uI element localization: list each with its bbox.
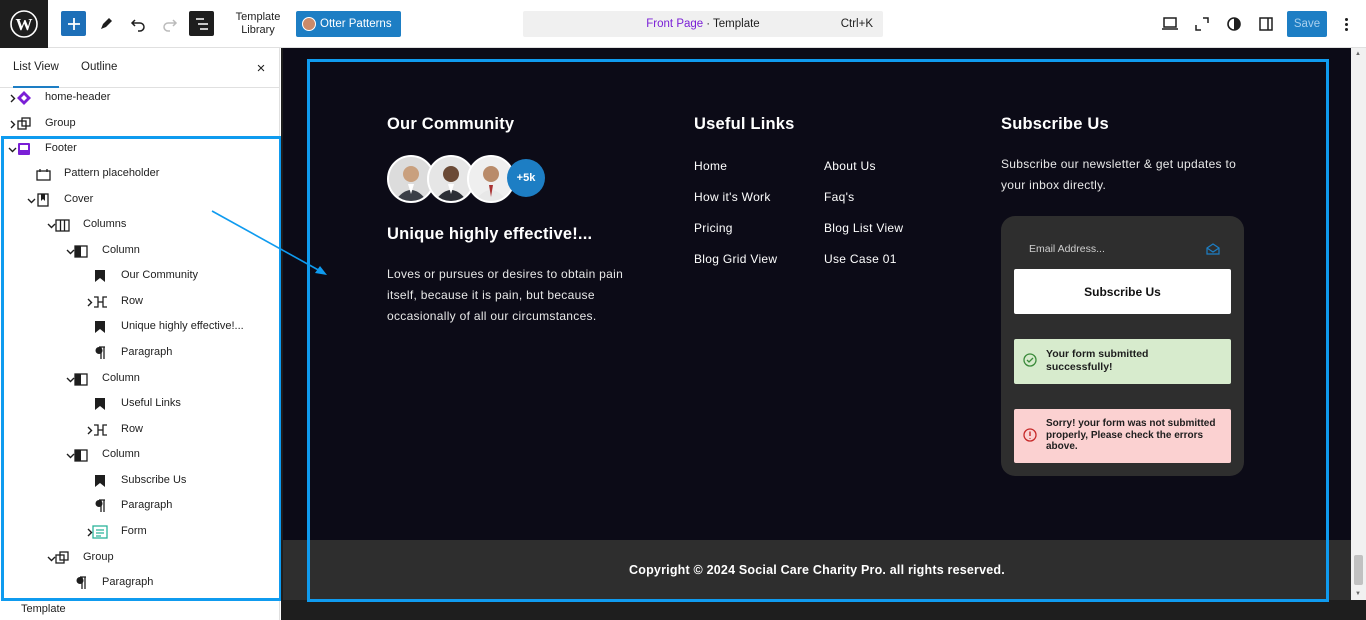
list-item-label: home-header [45, 91, 111, 103]
sidebar-tabs: List View Outline × [0, 48, 279, 88]
command-shortcut: Ctrl+K [840, 18, 873, 30]
list-item[interactable]: Group [0, 113, 280, 135]
desktop-preview-icon[interactable] [1158, 12, 1182, 36]
document-overview-button[interactable] [189, 11, 214, 36]
canvas-scrollbar[interactable]: ▲ ▼ [1351, 48, 1366, 600]
command-type-label: Template [713, 18, 760, 30]
fullscreen-icon[interactable] [1190, 12, 1214, 36]
wordpress-logo-icon[interactable]: W [0, 0, 48, 48]
footer-selection-outline [1, 136, 282, 601]
template-library-button[interactable]: Template Library [230, 11, 286, 37]
canvas-selection-outline [307, 59, 1329, 602]
list-item-label: Group [45, 117, 76, 129]
otter-avatar-icon [302, 17, 316, 31]
breadcrumb[interactable]: Template [21, 603, 66, 615]
options-menu-icon[interactable] [1338, 12, 1354, 36]
save-button[interactable]: Save [1287, 11, 1327, 37]
command-separator: · [706, 18, 711, 30]
scroll-up-icon[interactable]: ▲ [1355, 51, 1361, 57]
tab-outline[interactable]: Outline [81, 48, 117, 88]
scroll-down-icon[interactable]: ▼ [1355, 591, 1361, 597]
settings-sidebar-icon[interactable] [1254, 12, 1278, 36]
undo-icon[interactable] [126, 12, 150, 36]
diamond-icon [16, 90, 32, 106]
otter-patterns-label: Otter Patterns [320, 18, 392, 30]
add-block-button[interactable] [61, 11, 86, 36]
redo-icon[interactable] [158, 12, 182, 36]
svg-text:W: W [16, 15, 33, 34]
tab-list-view[interactable]: List View [13, 48, 59, 88]
styles-contrast-icon[interactable] [1222, 12, 1246, 36]
close-icon[interactable]: × [253, 60, 269, 77]
command-palette-button[interactable]: Front Page · Template Ctrl+K [523, 11, 883, 37]
command-page-label: Front Page [646, 18, 704, 30]
pencil-icon[interactable] [94, 12, 118, 36]
scrollbar-thumb[interactable] [1354, 555, 1363, 585]
otter-patterns-button[interactable]: Otter Patterns [296, 11, 401, 37]
list-item[interactable]: home-header [0, 87, 280, 109]
group-icon [16, 116, 32, 132]
